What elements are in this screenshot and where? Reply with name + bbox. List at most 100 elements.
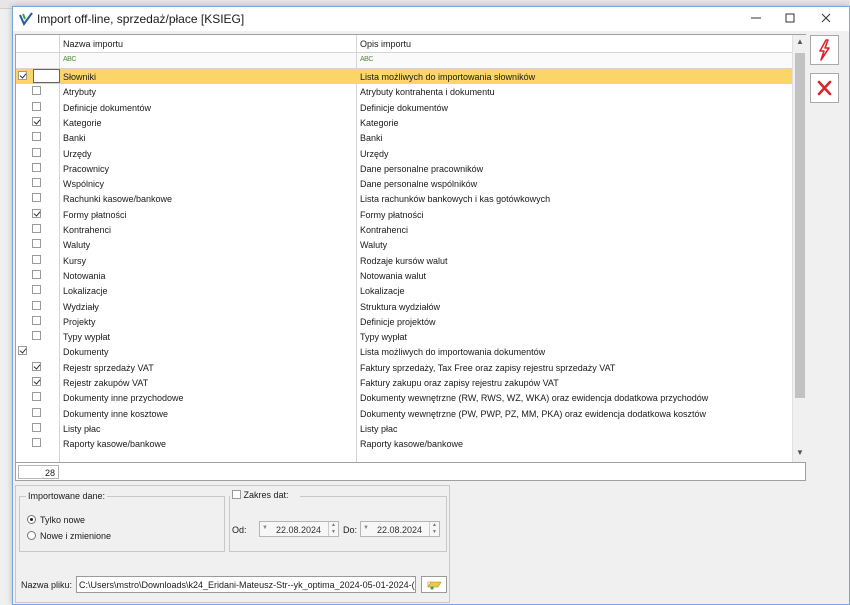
row-checkbox-cell[interactable] — [32, 178, 41, 188]
table-row[interactable]: Wydziały Struktura wydziałów — [16, 299, 792, 314]
table-row[interactable]: Kategorie Kategorie — [16, 115, 792, 130]
spinner-icon[interactable]: ▲ ▼ — [429, 522, 439, 536]
table-row[interactable]: Rejestr zakupów VAT Faktury zakupu oraz z… — [16, 375, 792, 390]
row-checkbox-cell[interactable] — [32, 315, 41, 325]
row-checkbox-cell[interactable] — [32, 86, 41, 96]
row-checkbox[interactable] — [32, 193, 41, 203]
table-row[interactable]: Dokumenty inne kosztowe Dokumenty wewnętr… — [16, 406, 792, 421]
table-row[interactable]: Rejestr sprzedaży VAT Faktury sprzedaży, … — [16, 360, 792, 375]
row-checkbox-cell[interactable] — [32, 377, 41, 386]
table-row[interactable]: Pracownicy Dane personalne pracowników — [16, 161, 792, 176]
row-checkbox[interactable] — [32, 162, 41, 172]
row-checkbox[interactable] — [32, 407, 41, 417]
row-checkbox[interactable] — [32, 331, 41, 341]
table-row[interactable]: Urzędy Urzędy — [16, 146, 792, 161]
row-checkbox[interactable] — [32, 224, 41, 233]
date-to-field[interactable]: ▼ 22.08.2024 ▲ ▼ — [360, 521, 440, 537]
row-checkbox-cell[interactable] — [32, 116, 41, 126]
row-checkbox-cell[interactable] — [32, 208, 41, 218]
table-row[interactable]: Definicje dokumentów Definicje dokumentów — [16, 100, 792, 115]
row-checkbox-cell[interactable] — [32, 269, 41, 279]
date-range-checkbox[interactable] — [232, 490, 241, 499]
close-button[interactable] — [817, 10, 835, 28]
row-checkbox-cell[interactable] — [32, 392, 41, 402]
row-checkbox-cell[interactable] — [32, 331, 41, 341]
row-checkbox[interactable] — [32, 269, 41, 279]
maximize-button[interactable] — [781, 10, 799, 28]
dropdown-arrow-icon[interactable]: ▼ — [262, 525, 268, 531]
table-row[interactable]: Lokalizacje Lokalizacje — [16, 283, 792, 298]
row-checkbox-cell[interactable] — [32, 300, 41, 310]
table-row[interactable]: Banki Banki — [16, 130, 792, 145]
scrollbar-thumb[interactable] — [795, 53, 805, 398]
table-row[interactable]: Formy płatności Formy płatności — [16, 207, 792, 222]
row-checkbox[interactable] — [32, 101, 41, 111]
row-checkbox-cell[interactable] — [32, 407, 41, 417]
row-edit-cell[interactable] — [33, 69, 60, 83]
column-header-desc[interactable]: Opis importu — [360, 39, 411, 49]
scroll-down-icon[interactable]: ▼ — [793, 448, 807, 457]
row-checkbox[interactable] — [32, 377, 41, 386]
radio-new-and-changed-label[interactable]: Nowe i zmienione — [40, 531, 111, 541]
table-row[interactable]: Typy wypłat Typy wypłat — [16, 329, 792, 344]
row-checkbox[interactable] — [32, 208, 41, 218]
radio-new-and-changed[interactable] — [27, 531, 36, 540]
row-checkbox[interactable] — [32, 116, 41, 126]
row-checkbox[interactable] — [32, 239, 41, 249]
row-checkbox[interactable] — [32, 132, 41, 142]
filter-abc-icon[interactable]: ABC — [360, 56, 373, 63]
row-checkbox[interactable] — [32, 422, 41, 432]
row-checkbox-cell[interactable] — [32, 239, 41, 249]
table-row[interactable]: Listy płac Listy płac — [16, 421, 792, 436]
spinner-icon[interactable]: ▲ ▼ — [328, 522, 338, 536]
cancel-button[interactable] — [810, 73, 839, 103]
filter-abc-icon[interactable]: ABC — [63, 56, 76, 63]
table-row[interactable]: Słowniki Lista możliwych do importowania … — [16, 69, 792, 85]
row-checkbox-cell[interactable] — [32, 193, 41, 203]
table-row[interactable]: Raporty kasowe/bankowe Raporty kasowe/ban… — [16, 436, 792, 451]
row-checkbox[interactable] — [18, 346, 27, 356]
run-import-button[interactable] — [810, 35, 839, 65]
table-row[interactable]: Wspólnicy Dane personalne wspólników — [16, 176, 792, 191]
row-checkbox[interactable] — [32, 392, 41, 402]
scroll-up-icon[interactable]: ▲ — [793, 37, 807, 46]
table-row[interactable]: Kursy Rodzaje kursów walut — [16, 253, 792, 268]
row-checkbox-cell[interactable] — [32, 147, 41, 157]
table-row[interactable]: Notowania Notowania walut — [16, 268, 792, 283]
radio-new-only[interactable] — [27, 515, 36, 524]
browse-button[interactable] — [421, 576, 447, 593]
column-header-name[interactable]: Nazwa importu — [63, 39, 123, 49]
row-checkbox[interactable] — [32, 300, 41, 310]
row-checkbox-cell[interactable] — [32, 132, 41, 142]
row-checkbox-cell[interactable] — [32, 101, 41, 111]
row-checkbox-cell[interactable] — [32, 438, 41, 448]
row-checkbox-cell[interactable] — [32, 361, 41, 371]
file-path-input[interactable]: C:\Users\mstro\Downloads\k24_Eridani-Mat… — [76, 576, 416, 593]
table-row[interactable]: Dokumenty inne przychodowe Dokumenty wewn… — [16, 390, 792, 405]
row-checkbox[interactable] — [32, 361, 41, 371]
row-checkbox[interactable] — [32, 147, 41, 157]
table-row[interactable]: Rachunki kasowe/bankowe Lista rachunków b… — [16, 191, 792, 206]
row-checkbox[interactable] — [32, 86, 41, 96]
table-row[interactable]: Dokumenty Lista możliwych do importowania… — [16, 344, 792, 359]
minimize-button[interactable] — [747, 10, 765, 28]
row-checkbox-cell[interactable] — [18, 71, 27, 80]
table-row[interactable]: Waluty Waluty — [16, 237, 792, 252]
row-checkbox-cell[interactable] — [32, 422, 41, 432]
row-checkbox[interactable] — [18, 71, 27, 80]
row-checkbox[interactable] — [32, 178, 41, 188]
row-checkbox[interactable] — [32, 438, 41, 448]
row-checkbox[interactable] — [32, 315, 41, 325]
vertical-scrollbar[interactable]: ▲ ▼ — [792, 35, 806, 462]
date-from-field[interactable]: ▼ 22.08.2024 ▲ ▼ — [259, 521, 339, 537]
radio-new-only-label[interactable]: Tylko nowe — [40, 515, 85, 525]
row-checkbox-cell[interactable] — [32, 285, 41, 295]
table-row[interactable]: Kontrahenci Kontrahenci — [16, 222, 792, 237]
row-checkbox-cell[interactable] — [32, 162, 41, 172]
row-checkbox[interactable] — [32, 285, 41, 295]
table-row[interactable]: Atrybuty Atrybuty kontrahenta i dokumentu — [16, 84, 792, 99]
row-checkbox-cell[interactable] — [18, 346, 27, 356]
row-checkbox-cell[interactable] — [32, 254, 41, 264]
dropdown-arrow-icon[interactable]: ▼ — [363, 525, 369, 531]
row-checkbox-cell[interactable] — [32, 224, 41, 233]
